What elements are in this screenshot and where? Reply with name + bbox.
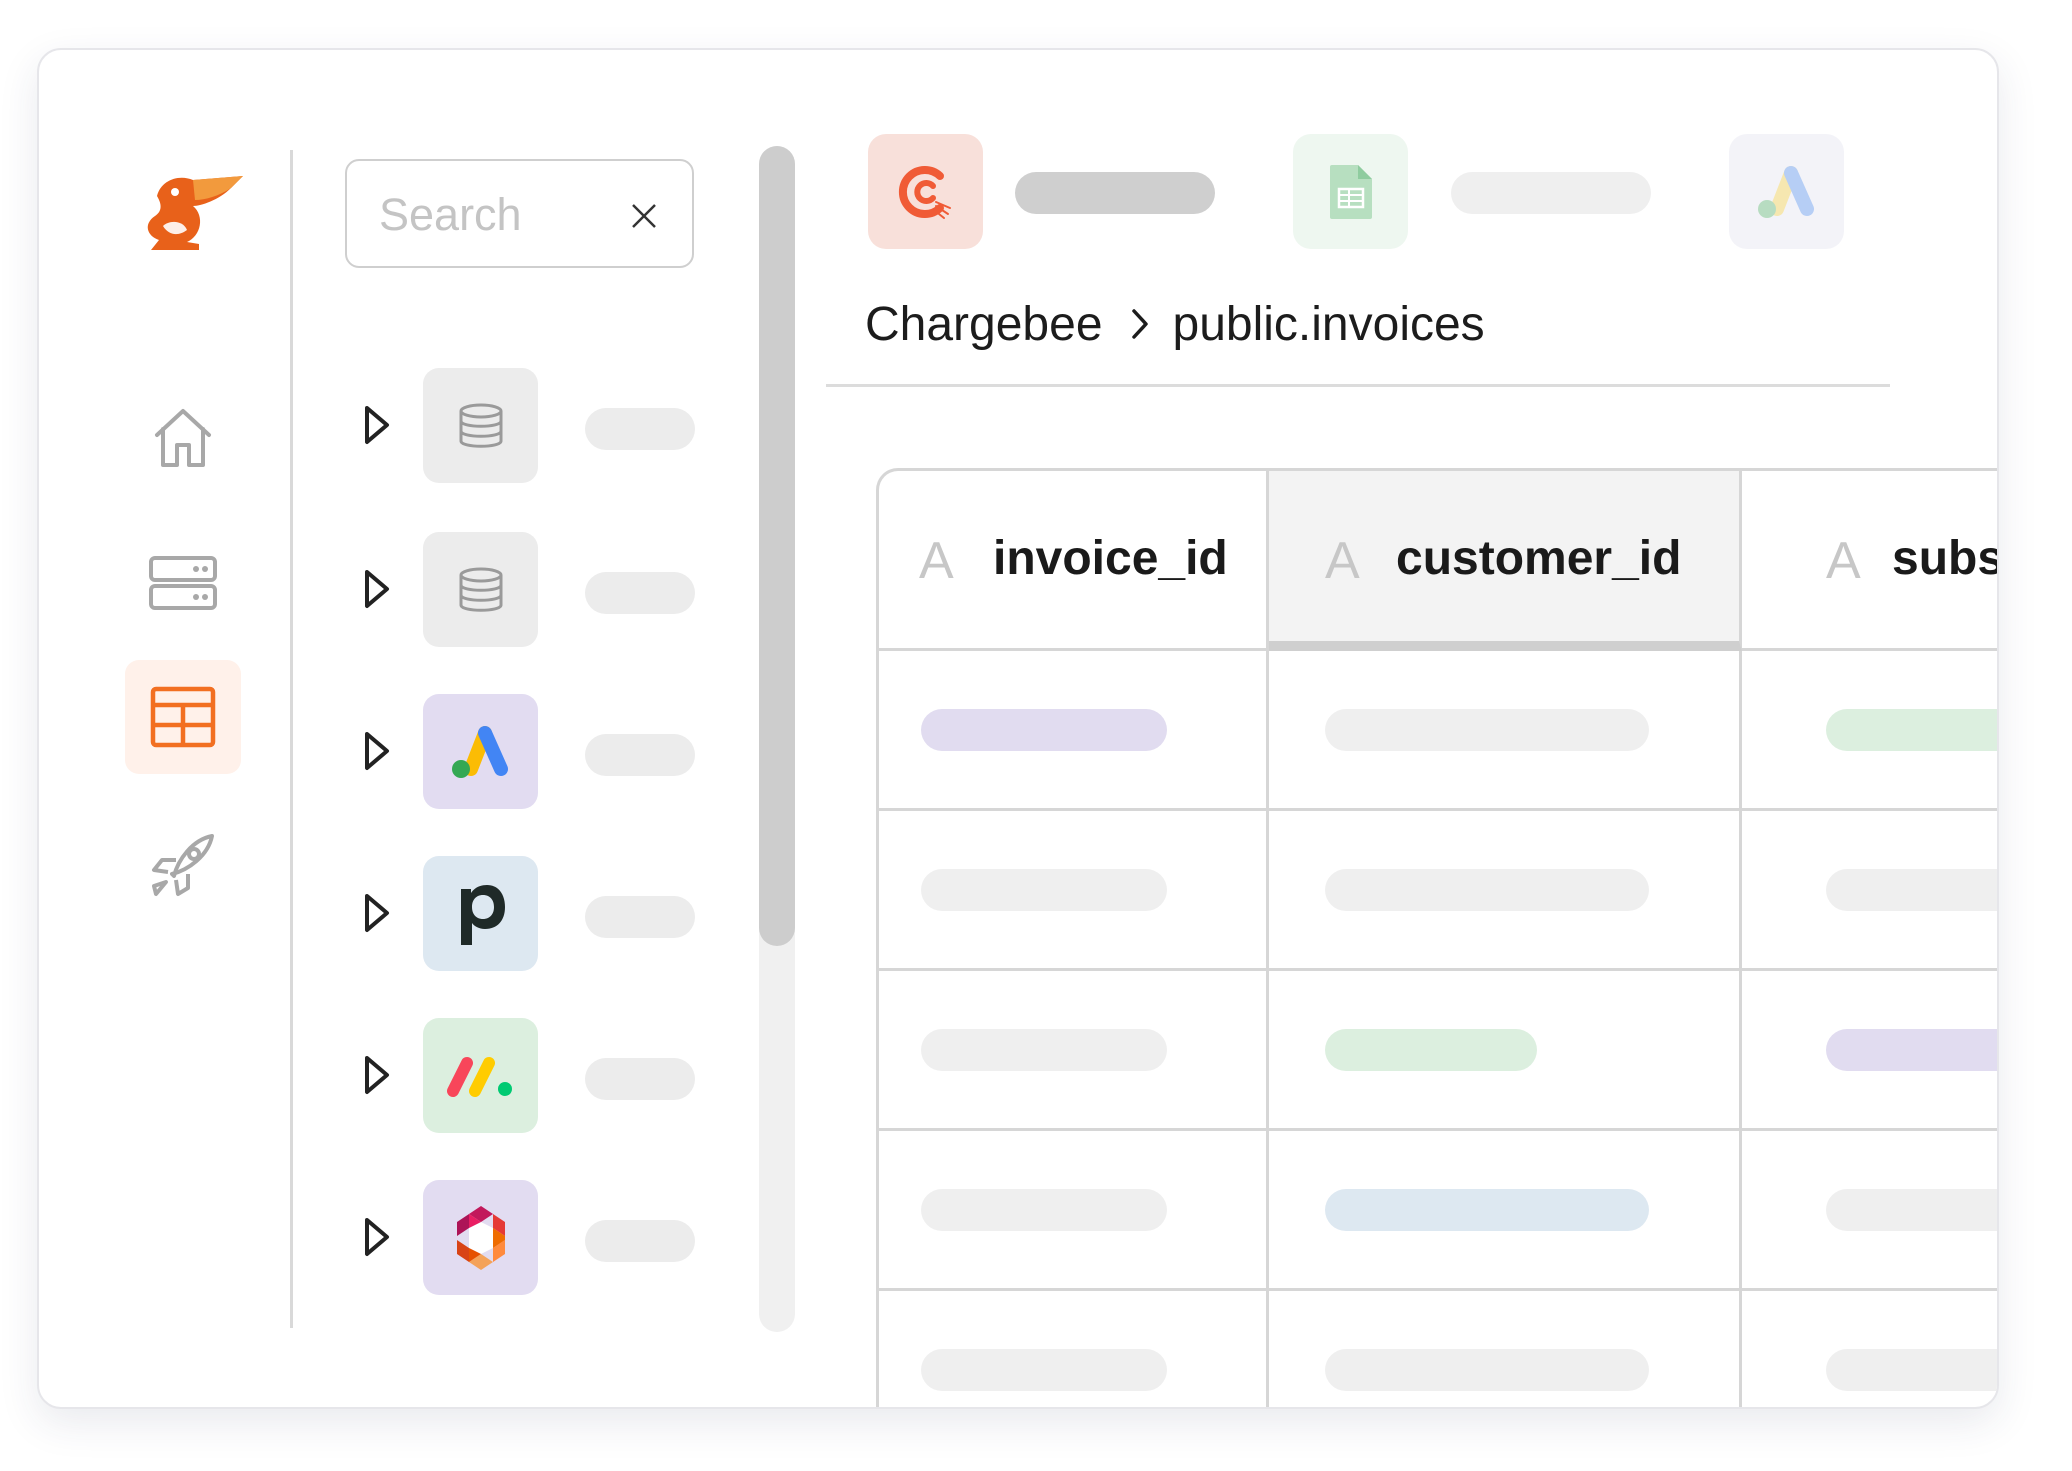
source-tile: [423, 1180, 538, 1295]
hexagon-logo-icon: [456, 1205, 505, 1270]
expand-caret-icon[interactable]: [362, 568, 392, 610]
table-cell[interactable]: [1269, 811, 1742, 971]
source-tile: [423, 1018, 538, 1133]
cell-placeholder: [1325, 869, 1649, 911]
table-row[interactable]: [879, 811, 1997, 971]
app-tab-google-sheets[interactable]: [1293, 134, 1408, 249]
table-cell[interactable]: [879, 971, 1269, 1131]
column-header-selected[interactable]: A customer_id: [1269, 471, 1742, 651]
app-tab-label-placeholder: [1015, 172, 1215, 214]
cell-placeholder: [1826, 1189, 1997, 1231]
expand-caret-icon[interactable]: [362, 730, 392, 772]
breadcrumb-source[interactable]: Chargebee: [865, 297, 1103, 352]
source-name-placeholder: [585, 896, 695, 938]
expand-caret-icon[interactable]: [362, 892, 392, 934]
source-row[interactable]: [39, 694, 739, 810]
cell-placeholder: [921, 1189, 1167, 1231]
column-name: customer_id: [1396, 532, 1682, 585]
source-name-placeholder: [585, 1058, 695, 1100]
cell-placeholder: [921, 709, 1167, 751]
monday-icon: [446, 1056, 512, 1097]
cell-placeholder: [1826, 1029, 1997, 1071]
breadcrumb-divider: [826, 384, 1890, 387]
breadcrumb: Chargebee public.invoices: [865, 294, 1485, 354]
source-name-placeholder: [585, 1220, 695, 1262]
google-ads-icon: [451, 725, 508, 778]
source-row[interactable]: [39, 532, 739, 648]
cell-placeholder: [1826, 709, 1997, 751]
cell-placeholder: [1325, 1189, 1649, 1231]
scrollbar-thumb[interactable]: [759, 146, 795, 946]
source-tile: [423, 368, 538, 483]
column-name: invoice_id: [993, 532, 1228, 585]
table-cell[interactable]: [1742, 811, 1997, 971]
pipedrive-icon: [460, 884, 505, 945]
search-input[interactable]: [377, 181, 621, 249]
source-row[interactable]: [39, 368, 739, 484]
source-tile: [423, 694, 538, 809]
table-cell[interactable]: [1742, 651, 1997, 811]
table-cell[interactable]: [1742, 971, 1997, 1131]
database-icon: [459, 567, 502, 612]
column-header[interactable]: A invoice_id: [879, 471, 1269, 651]
chevron-right-icon: [1131, 309, 1148, 339]
cell-placeholder: [1325, 1349, 1649, 1391]
source-row[interactable]: [39, 1180, 739, 1296]
cell-placeholder: [921, 1029, 1167, 1071]
source-tile: [423, 856, 538, 971]
chargebee-icon: [898, 165, 951, 219]
app-tab-label-placeholder: [1451, 172, 1651, 214]
cell-placeholder: [1325, 1029, 1537, 1071]
source-name-placeholder: [585, 408, 695, 450]
text-type-icon: A: [919, 532, 954, 590]
expand-caret-icon[interactable]: [362, 1054, 392, 1096]
table-cell[interactable]: [1269, 651, 1742, 811]
cell-placeholder: [1826, 1349, 1997, 1391]
table-row[interactable]: [879, 1131, 1997, 1291]
table-cell[interactable]: [1269, 1291, 1742, 1407]
app-tab-chargebee[interactable]: [868, 134, 983, 249]
table-row[interactable]: [879, 971, 1997, 1131]
table-cell[interactable]: [879, 1291, 1269, 1407]
source-row[interactable]: [39, 856, 739, 972]
cell-placeholder: [1325, 709, 1649, 751]
cell-placeholder: [921, 1349, 1167, 1391]
text-type-icon: A: [1325, 532, 1360, 590]
source-row[interactable]: [39, 1018, 739, 1134]
source-tile: [423, 532, 538, 647]
table-cell[interactable]: [1742, 1131, 1997, 1291]
source-name-placeholder: [585, 572, 695, 614]
expand-caret-icon[interactable]: [362, 1216, 392, 1258]
breadcrumb-table: public.invoices: [1172, 297, 1485, 351]
database-icon: [459, 403, 502, 448]
google-sheets-icon: [1329, 164, 1372, 219]
cell-placeholder: [1826, 869, 1997, 911]
text-type-icon: A: [1826, 532, 1861, 590]
column-header[interactable]: A subs: [1742, 471, 1999, 651]
google-ads-icon: [1757, 165, 1814, 218]
table-cell[interactable]: [879, 811, 1269, 971]
table-cell[interactable]: [1742, 1291, 1997, 1407]
cell-placeholder: [921, 869, 1167, 911]
app-tab-google-ads[interactable]: [1729, 134, 1844, 249]
table-cell[interactable]: [879, 1131, 1269, 1291]
search-box: [345, 159, 694, 268]
close-icon[interactable]: [629, 201, 659, 231]
table-row[interactable]: [879, 1291, 1997, 1407]
expand-caret-icon[interactable]: [362, 404, 392, 446]
pelican-logo-icon: [147, 176, 243, 250]
table-row[interactable]: [879, 651, 1997, 811]
data-table: A invoice_id A customer_id A subs: [876, 468, 1999, 1407]
table-cell[interactable]: [1269, 1131, 1742, 1291]
source-name-placeholder: [585, 734, 695, 776]
table-cell[interactable]: [879, 651, 1269, 811]
table-cell[interactable]: [1269, 971, 1742, 1131]
app-window: Chargebee public.invoices A invoice_id A…: [37, 48, 1999, 1409]
column-name: subs: [1892, 532, 1999, 585]
